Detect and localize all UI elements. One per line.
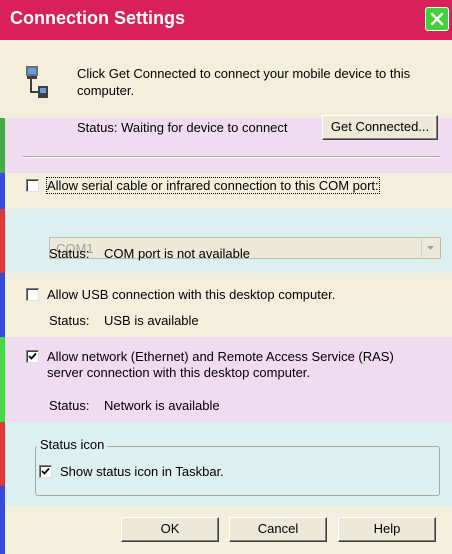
network-checkbox[interactable] xyxy=(26,350,39,363)
combo-dropdown-button[interactable] xyxy=(421,239,439,257)
usb-checkbox-label[interactable]: Allow USB connection with this desktop c… xyxy=(47,287,335,302)
close-button[interactable] xyxy=(425,7,449,31)
edge-strip xyxy=(0,337,5,422)
get-connected-button[interactable]: Get Connected... xyxy=(322,115,438,140)
serial-checkbox[interactable] xyxy=(26,179,39,192)
edge-strip xyxy=(0,273,5,337)
divider xyxy=(23,156,440,158)
title-bar[interactable]: Connection Settings xyxy=(0,0,452,40)
dialog-title: Connection Settings xyxy=(10,8,185,28)
checkmark-icon xyxy=(41,467,50,475)
edge-strip xyxy=(0,422,5,486)
taskbar-checkbox[interactable] xyxy=(39,465,52,478)
usb-status-label: Status: xyxy=(49,313,90,328)
usb-checkbox[interactable] xyxy=(26,288,39,301)
cancel-button[interactable]: Cancel xyxy=(229,517,327,542)
taskbar-checkbox-label[interactable]: Show status icon in Taskbar. xyxy=(60,464,224,479)
close-icon xyxy=(430,12,444,26)
com-status-label: Status: xyxy=(49,246,90,261)
status-icon-group-title: Status icon xyxy=(37,437,108,452)
ok-button[interactable]: OK xyxy=(121,517,219,542)
serial-checkbox-label[interactable]: Allow serial cable or infrared connectio… xyxy=(46,177,380,194)
intro-text: computer. xyxy=(77,83,135,98)
help-button[interactable]: Help xyxy=(338,517,436,542)
usb-status-value: USB is available xyxy=(104,313,199,328)
network-checkbox-label[interactable]: server connection with this desktop comp… xyxy=(47,365,310,380)
intro-text: Click Get Connected to connect your mobi… xyxy=(77,66,411,81)
edge-strip xyxy=(0,173,5,209)
edge-strip xyxy=(0,118,5,173)
network-status-label: Status: xyxy=(49,398,90,413)
edge-strip xyxy=(0,209,5,273)
connection-settings-dialog: Connection Settings Click Get Connected … xyxy=(0,0,452,554)
com-status-value: COM port is not available xyxy=(104,246,250,261)
network-status-value: Network is available xyxy=(104,398,220,413)
connection-status: Status: Waiting for device to connect xyxy=(77,120,288,135)
network-checkbox-label[interactable]: Allow network (Ethernet) and Remote Acce… xyxy=(47,349,394,364)
checkmark-icon xyxy=(28,352,37,360)
edge-strip xyxy=(0,486,5,554)
device-connection-icon xyxy=(26,66,48,98)
chevron-down-icon xyxy=(427,246,434,250)
